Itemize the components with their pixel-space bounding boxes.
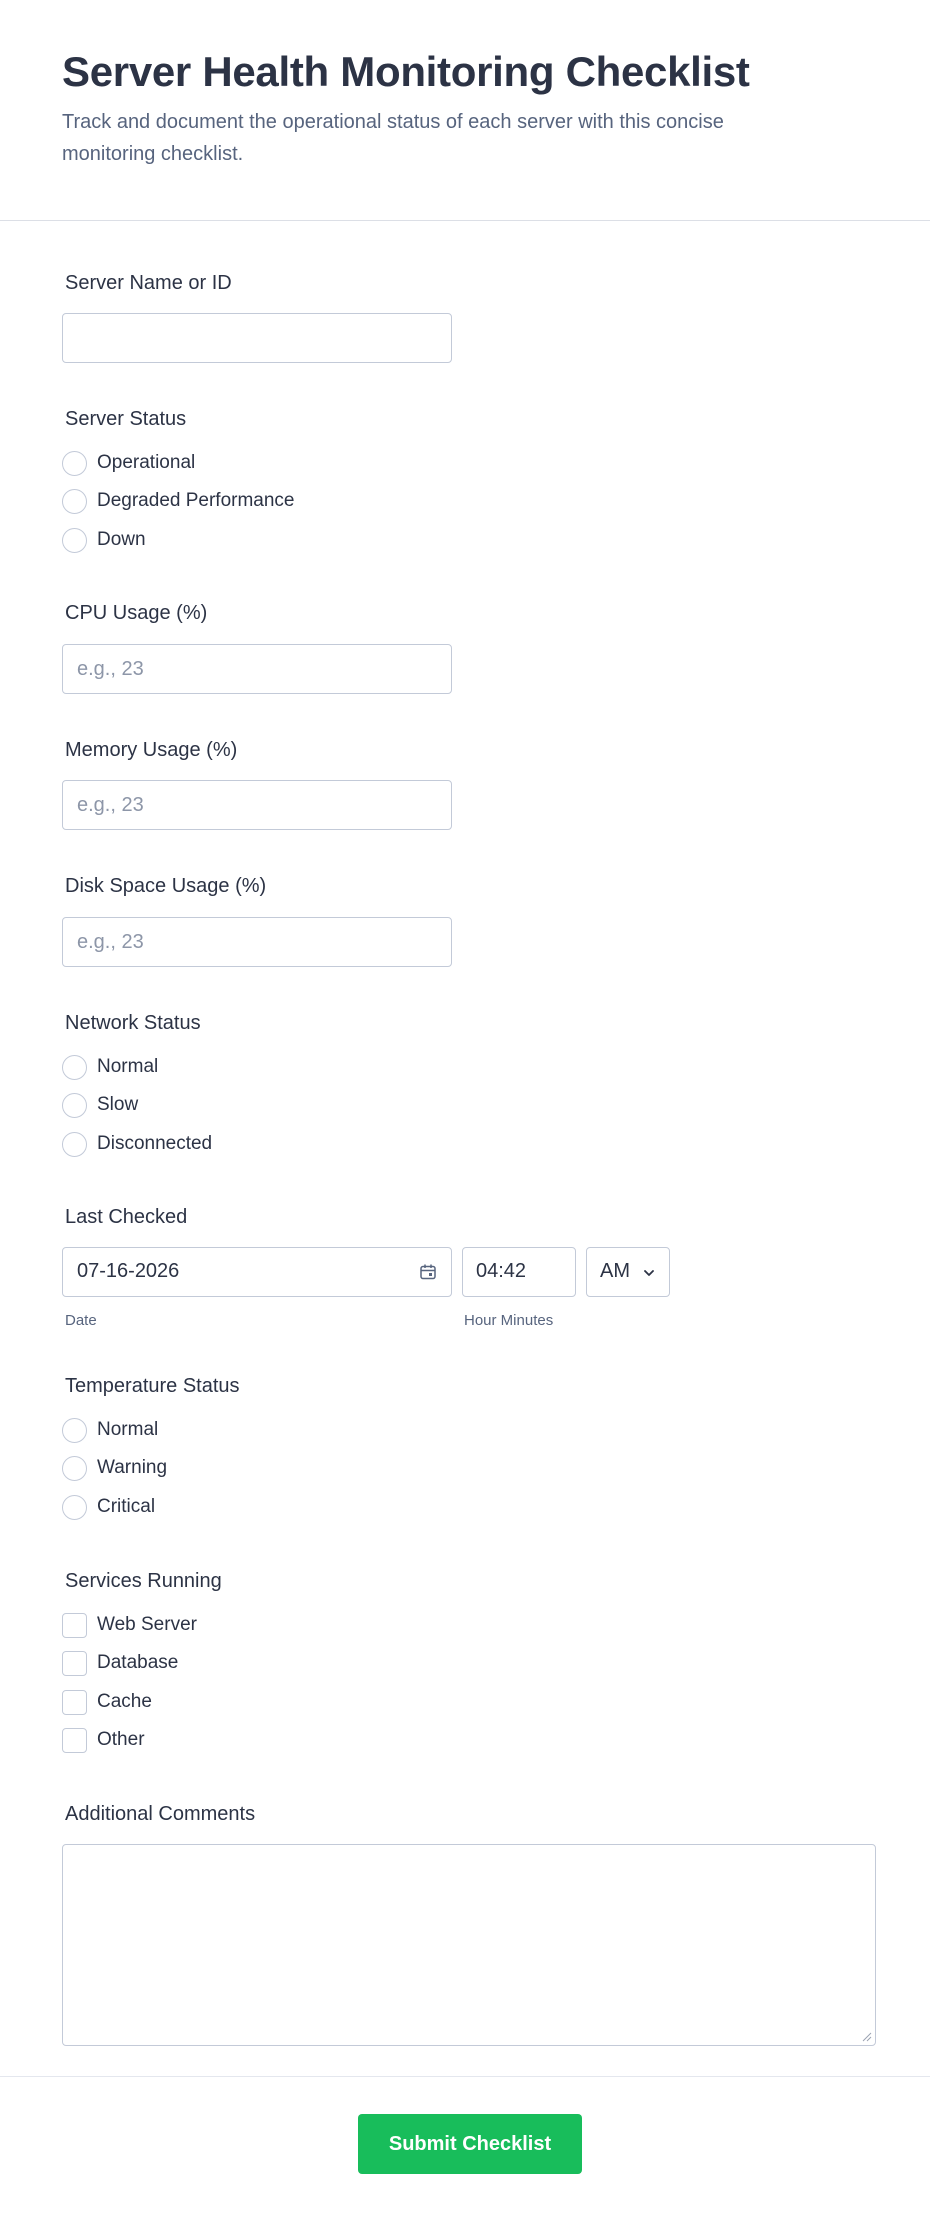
additional-comments-textarea[interactable] (62, 1844, 876, 2046)
option-label: Down (97, 529, 146, 550)
network-status-option-disconnected[interactable]: Disconnected (62, 1131, 212, 1157)
memory-usage-label: Memory Usage (%) (65, 739, 238, 761)
option-label: Database (97, 1652, 179, 1673)
time-value: 04:42 (476, 1260, 527, 1282)
radio-button[interactable] (62, 1131, 87, 1157)
radio-button[interactable] (62, 1417, 87, 1443)
radio-button[interactable] (62, 1054, 87, 1080)
option-label: Disconnected (97, 1133, 213, 1154)
option-label: Normal (97, 1419, 159, 1440)
radio-button[interactable] (62, 1455, 87, 1481)
radio-button[interactable] (62, 1494, 87, 1520)
memory-usage-input[interactable] (62, 780, 452, 830)
time-sublabel: Hour Minutes (464, 1312, 554, 1329)
service-option-database[interactable]: Database (62, 1650, 178, 1676)
checkbox[interactable] (62, 1612, 87, 1638)
radio-button[interactable] (62, 488, 87, 514)
last-checked-label: Last Checked (65, 1206, 188, 1228)
checkbox[interactable] (62, 1727, 87, 1753)
network-status-label: Network Status (65, 1012, 201, 1034)
ampm-value: AM (600, 1260, 630, 1282)
option-label: Normal (97, 1056, 159, 1077)
date-value: 07-16-2026 (77, 1260, 180, 1282)
option-label: Warning (97, 1457, 168, 1478)
resize-handle-icon[interactable] (860, 2030, 872, 2042)
disk-usage-label: Disk Space Usage (%) (65, 875, 267, 897)
temperature-status-option-normal[interactable]: Normal (62, 1417, 158, 1443)
option-label: Critical (97, 1496, 156, 1517)
service-option-web-server[interactable]: Web Server (62, 1612, 197, 1638)
option-label: Cache (97, 1691, 152, 1712)
service-option-other[interactable]: Other (62, 1727, 145, 1753)
radio-button[interactable] (62, 1092, 87, 1118)
option-label: Web Server (97, 1614, 197, 1635)
checkbox[interactable] (62, 1689, 87, 1715)
temperature-status-label: Temperature Status (65, 1375, 240, 1397)
submit-button[interactable]: Submit Checklist (358, 2114, 582, 2174)
network-status-option-slow[interactable]: Slow (62, 1092, 138, 1118)
ampm-select[interactable]: AM (586, 1247, 670, 1297)
page-title: Server Health Monitoring Checklist (62, 48, 750, 95)
server-name-label: Server Name or ID (65, 272, 232, 294)
service-option-cache[interactable]: Cache (62, 1689, 152, 1715)
option-label: Slow (97, 1094, 139, 1115)
checkbox[interactable] (62, 1650, 87, 1676)
form-header: Server Health Monitoring Checklist Track… (0, 0, 930, 221)
temperature-status-option-critical[interactable]: Critical (62, 1494, 155, 1520)
temperature-status-option-warning[interactable]: Warning (62, 1455, 167, 1481)
radio-button[interactable] (62, 527, 87, 553)
server-name-input[interactable] (62, 313, 452, 363)
option-label: Operational (97, 452, 196, 473)
services-running-label: Services Running (65, 1570, 222, 1592)
server-status-option-down[interactable]: Down (62, 527, 146, 553)
option-label: Degraded Performance (97, 490, 295, 511)
server-status-option-operational[interactable]: Operational (62, 450, 195, 476)
additional-comments-label: Additional Comments (65, 1803, 256, 1825)
time-input[interactable]: 04:42 (462, 1247, 576, 1297)
network-status-option-normal[interactable]: Normal (62, 1054, 158, 1080)
cpu-usage-label: CPU Usage (%) (65, 602, 208, 624)
page-subtitle: Track and document the operational statu… (62, 111, 724, 165)
disk-usage-input[interactable] (62, 917, 452, 967)
date-sublabel: Date (65, 1312, 97, 1329)
date-input[interactable]: 07-16-2026 (62, 1247, 452, 1297)
server-status-label: Server Status (65, 408, 187, 430)
chevron-down-icon (644, 1270, 654, 1276)
server-status-option-degraded[interactable]: Degraded Performance (62, 488, 295, 514)
footer-divider (0, 2076, 930, 2077)
calendar-icon[interactable] (419, 1263, 437, 1281)
radio-button[interactable] (62, 450, 87, 476)
option-label: Other (97, 1729, 145, 1750)
cpu-usage-input[interactable] (62, 644, 452, 694)
